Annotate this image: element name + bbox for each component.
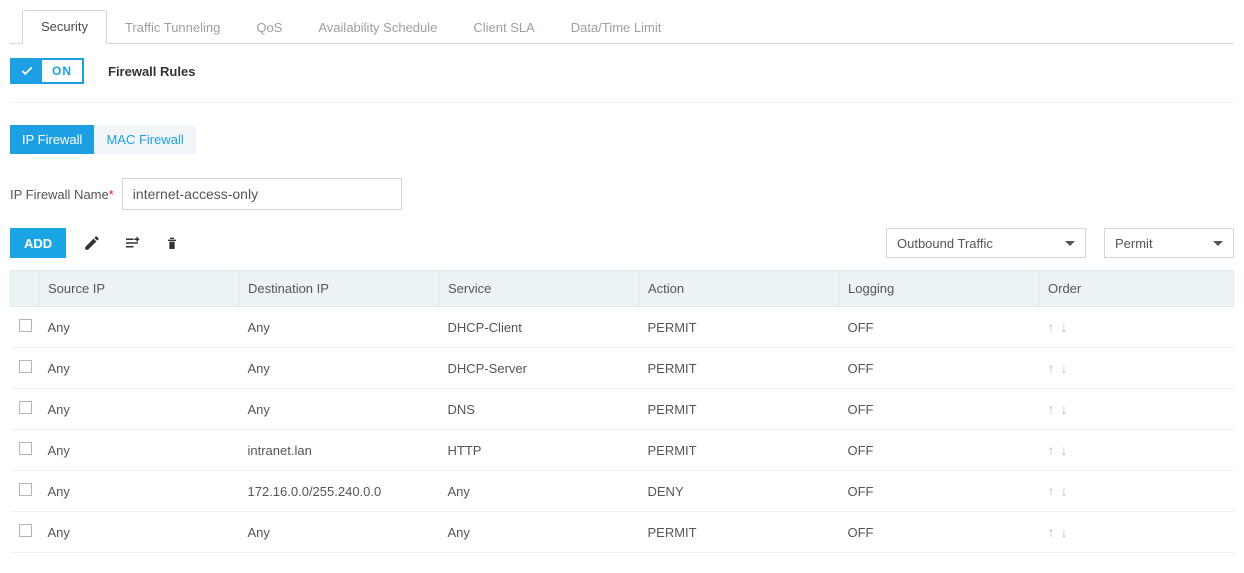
table-row: Any172.16.0.0/255.240.0.0AnyDENYOFF↑↓ xyxy=(11,471,1234,512)
cell-order: ↑↓ xyxy=(1040,348,1234,389)
rules-toolbar: ADD Outbound Traffic Permit xyxy=(10,228,1234,258)
cell-logging: OFF xyxy=(840,512,1040,553)
row-checkbox[interactable] xyxy=(19,524,32,537)
subtab-ip-firewall[interactable]: IP Firewall xyxy=(10,125,94,154)
move-up-icon[interactable]: ↑ xyxy=(1048,524,1055,540)
tab-security[interactable]: Security xyxy=(22,10,107,44)
firewall-name-row: IP Firewall Name* xyxy=(10,178,1234,210)
col-header-action: Action xyxy=(640,271,840,307)
delete-icon[interactable] xyxy=(158,229,186,257)
default-action-select[interactable]: Permit xyxy=(1104,228,1234,258)
cell-source: Any xyxy=(40,389,240,430)
move-up-icon[interactable]: ↑ xyxy=(1048,319,1055,335)
cell-action: PERMIT xyxy=(640,512,840,553)
table-row: AnyAnyAnyPERMITOFF↑↓ xyxy=(11,512,1234,553)
row-checkbox[interactable] xyxy=(19,442,32,455)
move-down-icon[interactable]: ↓ xyxy=(1061,524,1068,540)
cell-source: Any xyxy=(40,430,240,471)
cell-action: PERMIT xyxy=(640,348,840,389)
traffic-direction-select[interactable]: Outbound Traffic xyxy=(886,228,1086,258)
table-row: AnyAnyDHCP-ServerPERMITOFF↑↓ xyxy=(11,348,1234,389)
cell-order: ↑↓ xyxy=(1040,307,1234,348)
tab-qos[interactable]: QoS xyxy=(238,12,300,44)
tab-data-time-limit[interactable]: Data/Time Limit xyxy=(553,12,680,44)
move-up-icon[interactable]: ↑ xyxy=(1048,483,1055,499)
tab-client-sla[interactable]: Client SLA xyxy=(455,12,552,44)
section-header: ON Firewall Rules xyxy=(10,44,1234,103)
row-checkbox[interactable] xyxy=(19,319,32,332)
table-row: Anyintranet.lanHTTPPERMITOFF↑↓ xyxy=(11,430,1234,471)
caret-down-icon xyxy=(1213,241,1223,246)
row-checkbox[interactable] xyxy=(19,483,32,496)
firewall-subtabs: IP FirewallMAC Firewall xyxy=(10,125,1234,154)
cell-order: ↑↓ xyxy=(1040,512,1234,553)
cell-order: ↑↓ xyxy=(1040,430,1234,471)
move-down-icon[interactable]: ↓ xyxy=(1061,401,1068,417)
cell-action: PERMIT xyxy=(640,430,840,471)
cell-dest: Any xyxy=(240,512,440,553)
cell-order: ↑↓ xyxy=(1040,471,1234,512)
cell-logging: OFF xyxy=(840,307,1040,348)
cell-service: DNS xyxy=(440,389,640,430)
row-checkbox[interactable] xyxy=(19,401,32,414)
col-header-order: Order xyxy=(1040,271,1234,307)
cell-service: Any xyxy=(440,512,640,553)
cell-source: Any xyxy=(40,512,240,553)
cell-source: Any xyxy=(40,348,240,389)
cell-action: PERMIT xyxy=(640,307,840,348)
cell-source: Any xyxy=(40,307,240,348)
cell-dest: Any xyxy=(240,389,440,430)
top-tabs: SecurityTraffic TunnelingQoSAvailability… xyxy=(10,10,1234,44)
move-up-icon[interactable]: ↑ xyxy=(1048,442,1055,458)
cell-dest: 172.16.0.0/255.240.0.0 xyxy=(240,471,440,512)
caret-down-icon xyxy=(1065,241,1075,246)
firewall-toggle[interactable]: ON xyxy=(10,58,84,84)
cell-dest: intranet.lan xyxy=(240,430,440,471)
cell-logging: OFF xyxy=(840,389,1040,430)
insert-icon[interactable] xyxy=(118,229,146,257)
tab-traffic-tunneling[interactable]: Traffic Tunneling xyxy=(107,12,238,44)
cell-service: DHCP-Server xyxy=(440,348,640,389)
firewall-name-input[interactable] xyxy=(122,178,402,210)
check-icon xyxy=(12,60,42,82)
row-checkbox[interactable] xyxy=(19,360,32,373)
move-up-icon[interactable]: ↑ xyxy=(1048,401,1055,417)
move-down-icon[interactable]: ↓ xyxy=(1061,360,1068,376)
col-header-checkbox xyxy=(11,271,40,307)
tab-availability-schedule[interactable]: Availability Schedule xyxy=(300,12,455,44)
move-down-icon[interactable]: ↓ xyxy=(1061,442,1068,458)
cell-logging: OFF xyxy=(840,430,1040,471)
col-header-dest: Destination IP xyxy=(240,271,440,307)
table-row: AnyAnyDNSPERMITOFF↑↓ xyxy=(11,389,1234,430)
cell-action: PERMIT xyxy=(640,389,840,430)
firewall-rules-table: Source IP Destination IP Service Action … xyxy=(10,270,1234,553)
cell-action: DENY xyxy=(640,471,840,512)
section-title: Firewall Rules xyxy=(108,64,195,79)
cell-logging: OFF xyxy=(840,348,1040,389)
default-action-value: Permit xyxy=(1115,236,1153,251)
cell-logging: OFF xyxy=(840,471,1040,512)
subtab-mac-firewall[interactable]: MAC Firewall xyxy=(94,125,195,154)
table-row: AnyAnyDHCP-ClientPERMITOFF↑↓ xyxy=(11,307,1234,348)
firewall-name-label: IP Firewall Name* xyxy=(10,187,114,202)
move-up-icon[interactable]: ↑ xyxy=(1048,360,1055,376)
move-down-icon[interactable]: ↓ xyxy=(1061,483,1068,499)
cell-order: ↑↓ xyxy=(1040,389,1234,430)
col-header-source: Source IP xyxy=(40,271,240,307)
cell-service: Any xyxy=(440,471,640,512)
move-down-icon[interactable]: ↓ xyxy=(1061,319,1068,335)
edit-icon[interactable] xyxy=(78,229,106,257)
col-header-service: Service xyxy=(440,271,640,307)
cell-dest: Any xyxy=(240,307,440,348)
cell-dest: Any xyxy=(240,348,440,389)
cell-service: DHCP-Client xyxy=(440,307,640,348)
col-header-logging: Logging xyxy=(840,271,1040,307)
cell-source: Any xyxy=(40,471,240,512)
cell-service: HTTP xyxy=(440,430,640,471)
toggle-state-label: ON xyxy=(42,64,82,78)
add-button[interactable]: ADD xyxy=(10,228,66,258)
traffic-direction-value: Outbound Traffic xyxy=(897,236,993,251)
